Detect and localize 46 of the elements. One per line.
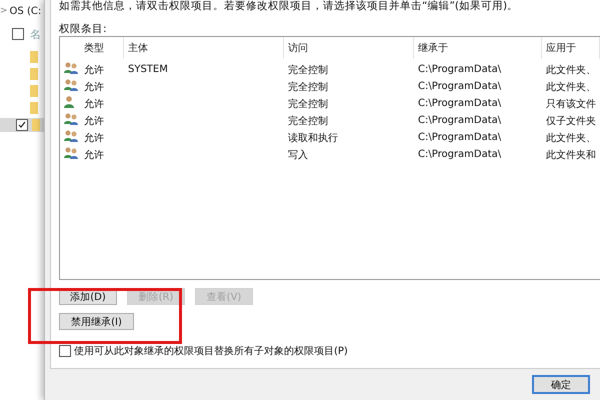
table-cell-text: C:\ProgramData\ bbox=[417, 132, 502, 143]
row-checkbox[interactable] bbox=[16, 119, 28, 131]
checkbox-label: 使用可从此对象继承的权限项目替换所有子对象的权限项目(P) bbox=[74, 344, 348, 358]
breadcrumb-chevron: > bbox=[0, 6, 8, 16]
table-cell-text: 允许 bbox=[83, 114, 105, 128]
table-cell-text: 允许 bbox=[83, 80, 105, 94]
disable-inheritance-button[interactable]: 禁用继承(I) bbox=[59, 313, 134, 330]
breadcrumb-drive[interactable]: OS (C: bbox=[10, 6, 42, 16]
table-cell-text: C:\ProgramData\ bbox=[417, 81, 502, 92]
folder-icon[interactable] bbox=[30, 51, 38, 63]
table-cell-text: 仅子文件夹 bbox=[545, 114, 597, 128]
table-cell-text: C:\ProgramData\ bbox=[417, 98, 502, 109]
table-cell-text: 此文件夹、 bbox=[545, 80, 597, 94]
folder-icon[interactable] bbox=[30, 102, 38, 114]
folder-icon[interactable] bbox=[30, 68, 38, 80]
table-cell-text: C:\ProgramData\ bbox=[417, 64, 502, 75]
table-cell-text: 此文件夹和 bbox=[545, 148, 597, 162]
select-all-checkbox[interactable] bbox=[12, 28, 24, 40]
table-cell-text: 只有该文件 bbox=[545, 98, 597, 110]
column-header[interactable]: 应用于 bbox=[542, 37, 600, 59]
info-text: 如需其他信息，请双击权限项目。若要修改权限项目，请选择该项目并单击“编辑”(如果可用)。 bbox=[59, 0, 520, 14]
table-cell-text: 写入 bbox=[287, 148, 309, 162]
table-cell-text: 完全控制 bbox=[287, 98, 329, 110]
checkmark-icon bbox=[18, 121, 26, 129]
column-header[interactable]: 继承于 bbox=[414, 37, 542, 59]
table-cell-text: C:\ProgramData\ bbox=[417, 115, 502, 126]
column-header[interactable]: 主体 bbox=[124, 37, 284, 59]
table-cell-text: C:\ProgramData\ bbox=[417, 149, 502, 160]
folder-icon[interactable] bbox=[30, 85, 38, 97]
folder-icon[interactable] bbox=[32, 119, 40, 131]
ok-button[interactable]: 确定 bbox=[532, 375, 590, 394]
table-cell-text: 读取和执行 bbox=[287, 132, 339, 144]
entries-label: 权限条目: bbox=[59, 22, 108, 36]
table-cell-text: 完全控制 bbox=[287, 114, 329, 128]
table-cell-text: 允许 bbox=[83, 98, 105, 110]
replace-checkbox[interactable] bbox=[59, 345, 71, 357]
table-cell-text: 此文件夹、 bbox=[545, 132, 597, 144]
column-header[interactable]: 类型 bbox=[80, 37, 124, 59]
table-cell-text: 允许 bbox=[83, 64, 105, 76]
column-header[interactable]: 访问 bbox=[284, 37, 414, 59]
table-cell-text: 允许 bbox=[83, 132, 105, 144]
table-cell-text: 完全控制 bbox=[287, 80, 329, 94]
table-cell-text: 完全控制 bbox=[287, 64, 329, 76]
table-cell-text: 允许 bbox=[83, 148, 105, 162]
table-cell-text: SYSTEM bbox=[127, 64, 169, 75]
table-cell-text: 此文件夹、 bbox=[545, 64, 597, 76]
